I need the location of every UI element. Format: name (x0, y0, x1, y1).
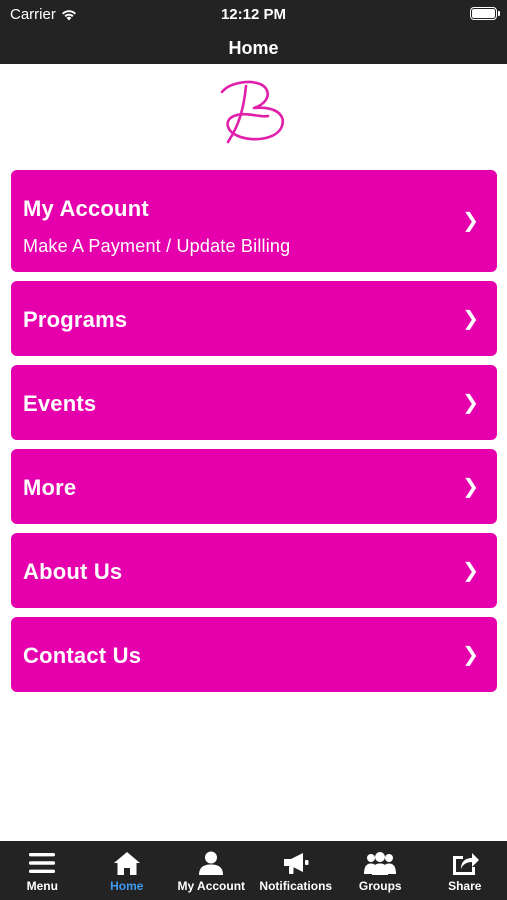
chevron-right-icon: ❯ (462, 210, 479, 232)
tab-label: Menu (26, 879, 58, 893)
chevron-right-icon: ❯ (462, 392, 479, 414)
menu-item-more[interactable]: More ❯ (11, 449, 497, 524)
chevron-right-icon: ❯ (462, 308, 479, 330)
share-icon (452, 853, 479, 875)
home-icon (113, 852, 140, 875)
battery-icon (470, 7, 500, 20)
menu-item-title: Contact Us (23, 643, 142, 668)
menu-item-subtitle: Make A Payment / Update Billing (23, 236, 291, 256)
page-title: Home (228, 38, 279, 58)
menu-item-programs[interactable]: Programs ❯ (11, 281, 497, 356)
chevron-right-icon: ❯ (462, 560, 479, 582)
tab-home[interactable]: Home (85, 841, 170, 900)
script-b-logo-icon (220, 80, 285, 144)
status-time: 12:12 PM (220, 6, 287, 23)
menu-item-title: My Account (23, 196, 149, 221)
tab-menu[interactable]: Menu (0, 841, 85, 900)
user-icon (199, 851, 224, 875)
tab-groups[interactable]: Groups (338, 841, 423, 900)
menu-item-about-us[interactable]: About Us ❯ (11, 533, 497, 608)
tab-label: Home (110, 879, 144, 893)
menu-item-contact-us[interactable]: Contact Us ❯ (11, 617, 497, 692)
menu-item-title: Events (23, 391, 97, 416)
tab-label: Notifications (259, 879, 333, 893)
chevron-right-icon: ❯ (462, 476, 479, 498)
tab-share[interactable]: Share (423, 841, 507, 900)
home-menu-list: My Account Make A Payment / Update Billi… (11, 170, 497, 701)
tab-my-account[interactable]: My Account (169, 841, 254, 900)
tab-label: My Account (177, 879, 246, 893)
chevron-right-icon: ❯ (462, 644, 479, 666)
tab-label: Groups (358, 879, 402, 893)
megaphone-icon (283, 853, 309, 874)
hamburger-menu-icon (29, 853, 56, 873)
menu-item-my-account[interactable]: My Account Make A Payment / Update Billi… (11, 170, 497, 272)
menu-item-events[interactable]: Events ❯ (11, 365, 497, 440)
menu-item-title: More (23, 475, 77, 500)
bottom-tab-bar: Menu Home My Account Notifications Group… (0, 841, 507, 900)
menu-item-title: Programs (23, 307, 128, 332)
tab-notifications[interactable]: Notifications (254, 841, 339, 900)
group-icon (364, 852, 397, 875)
tab-label: Share (448, 879, 482, 893)
top-bar: Carrier 12:12 PM Home (0, 0, 507, 64)
menu-item-title: About Us (23, 559, 123, 584)
